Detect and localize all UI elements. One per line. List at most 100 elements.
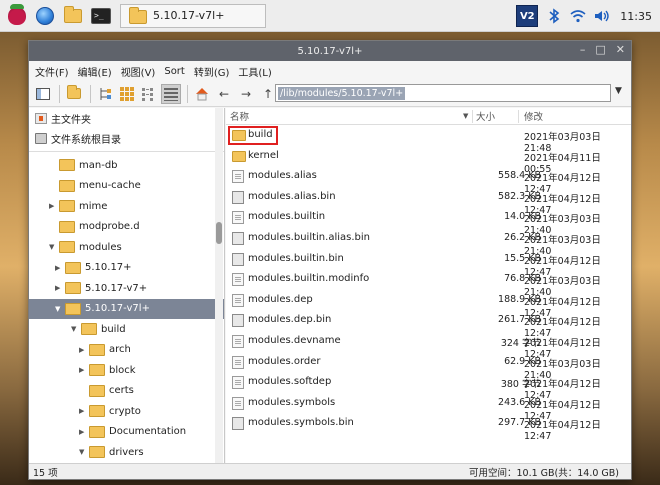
folder-icon — [89, 446, 105, 459]
file-row[interactable]: build 2021年03月03日 21:48 — [226, 125, 631, 154]
place-home[interactable]: 主文件夹 — [29, 108, 224, 128]
tree-item[interactable]: ▶ 5.10.17-v7+ — [29, 278, 224, 299]
tree-item[interactable]: ▼ build — [29, 319, 224, 340]
file-row[interactable]: modules.builtin.alias.bin 26.2 KB 2021年03月… — [226, 228, 631, 257]
tree-view-button[interactable] — [95, 84, 115, 104]
highlight-box — [228, 126, 278, 145]
tree-item[interactable]: ▶ Documentation — [29, 422, 224, 443]
expander-right-icon[interactable]: ▶ — [79, 366, 84, 374]
tree-item[interactable]: menu-cache — [29, 176, 224, 197]
file-row[interactable]: modules.builtin.modinfo 76.8 KB 2021年03月03… — [226, 269, 631, 298]
detailed-list-view-button[interactable] — [161, 83, 181, 104]
expander-right-icon[interactable]: ▶ — [79, 407, 84, 415]
sort-down-icon: ▼ — [463, 112, 469, 120]
volume-icon[interactable] — [594, 8, 610, 24]
tree-item[interactable]: ▼ 5.10.17-v7l+ — [29, 298, 224, 319]
file-row[interactable]: modules.devname 324 字节 2021年04月12日 12:47 — [226, 331, 631, 360]
raspberry-menu-button[interactable] — [6, 3, 28, 27]
file-row[interactable]: modules.order 62.9 KB 2021年03月03日 21:40 — [226, 352, 631, 381]
home-button[interactable] — [192, 84, 212, 104]
column-modified[interactable]: 修改 — [524, 109, 543, 123]
file-row[interactable]: modules.builtin.bin 15.5 KB 2021年04月12日 12… — [226, 249, 631, 278]
place-filesystem-root[interactable]: 文件系统根目录 — [29, 128, 224, 148]
forward-button[interactable]: → — [236, 84, 256, 104]
tree-item[interactable]: ▼ drivers — [29, 442, 224, 463]
file-name: modules.symbols.bin — [248, 417, 354, 429]
wifi-icon[interactable] — [570, 8, 586, 24]
tree-item[interactable]: certs — [29, 381, 224, 402]
folder-icon — [67, 85, 81, 99]
file-row[interactable]: modules.dep.bin 261.7 KB 2021年04月12日 12:47 — [226, 310, 631, 339]
expander-down-icon[interactable]: ▼ — [71, 325, 76, 333]
side-pane-scroll-thumb[interactable] — [216, 222, 222, 244]
file-row[interactable]: modules.symbols.bin 297.7 KB 2021年04月12日 1… — [226, 413, 631, 442]
file-manager-launcher[interactable] — [62, 5, 84, 27]
menu-go[interactable]: 转到(G) — [194, 64, 230, 79]
back-button[interactable]: ← — [214, 84, 234, 104]
tree-item-label: crypto — [109, 405, 141, 417]
browser-launcher[interactable] — [34, 5, 56, 27]
column-divider[interactable] — [472, 110, 473, 123]
tree-item[interactable]: man-db — [29, 155, 224, 176]
expander-right-icon[interactable]: ▶ — [55, 264, 60, 272]
menu-view[interactable]: 视图(V) — [121, 64, 156, 79]
tree-item-label: modprobe.d — [79, 221, 140, 233]
icon-view-button[interactable] — [117, 84, 137, 104]
globe-icon — [36, 6, 54, 25]
tree-item[interactable]: ▶ mime — [29, 196, 224, 217]
side-pane-scrollbar[interactable] — [215, 108, 223, 463]
column-name[interactable]: 名称 — [230, 109, 249, 123]
terminal-launcher[interactable]: >_ — [90, 5, 112, 27]
expander-down-icon[interactable]: ▼ — [55, 305, 60, 313]
compact-view-button[interactable] — [139, 84, 159, 104]
maximize-icon[interactable]: □ — [595, 43, 605, 56]
expander-right-icon[interactable]: ▶ — [79, 428, 84, 436]
item-count: 15 项 — [33, 467, 58, 479]
new-tab-button[interactable] — [64, 84, 84, 104]
expander-right-icon[interactable]: ▶ — [55, 284, 60, 292]
folder-icon — [59, 220, 75, 233]
binary-file-icon — [232, 417, 244, 431]
taskbar-window-button[interactable]: 5.10.17-v7l+ — [120, 3, 266, 28]
file-row[interactable]: modules.alias 558.4 KB 2021年04月12日 12:47 — [226, 166, 631, 195]
binary-file-icon — [232, 190, 244, 204]
expander-right-icon[interactable]: ▶ — [79, 346, 84, 354]
window-titlebar[interactable]: 5.10.17-v7l+ – □ ✕ — [29, 41, 631, 61]
file-name: modules.builtin.alias.bin — [248, 231, 370, 243]
file-name: modules.alias — [248, 170, 317, 182]
column-divider[interactable] — [518, 110, 519, 123]
file-row[interactable]: modules.symbols 243.6 KB 2021年04月12日 12:47 — [226, 393, 631, 422]
clock[interactable]: 11:35 — [620, 10, 652, 23]
tree-item[interactable]: ▶ 5.10.17+ — [29, 258, 224, 279]
tree-item[interactable]: modprobe.d — [29, 217, 224, 238]
file-row[interactable]: modules.alias.bin 582.3 KB 2021年04月12日 12:… — [226, 187, 631, 216]
tree-item[interactable]: ▼ modules — [29, 237, 224, 258]
tree-item[interactable]: ▶ arch — [29, 340, 224, 361]
drive-icon — [35, 132, 47, 144]
free-space: 可用空间：10.1 GB(共：14.0 GB) — [468, 467, 619, 479]
expander-right-icon[interactable]: ▶ — [49, 202, 54, 210]
tree-item[interactable]: ▶ crypto — [29, 401, 224, 422]
file-row[interactable]: modules.softdep 380 字节 2021年04月12日 12:47 — [226, 372, 631, 401]
menu-tools[interactable]: 工具(L) — [238, 64, 271, 79]
tree-item-label: arch — [109, 344, 131, 356]
file-list: build 2021年03月03日 21:48 kernel 2021年04月11日 … — [226, 125, 631, 442]
vnc-icon[interactable]: V2 — [516, 5, 539, 27]
path-input[interactable]: /lib/modules/5.10.17-v7l+ — [278, 86, 406, 100]
bluetooth-icon[interactable] — [546, 8, 562, 24]
path-bar[interactable]: /lib/modules/5.10.17-v7l+ — [275, 84, 611, 102]
path-history-dropdown-icon[interactable]: ▼ — [615, 86, 622, 96]
minimize-icon[interactable]: – — [580, 43, 586, 56]
file-row[interactable]: modules.builtin 14.0 KB 2021年03月03日 21:40 — [226, 207, 631, 236]
menu-sort[interactable]: Sort — [164, 66, 185, 77]
expander-down-icon[interactable]: ▼ — [49, 243, 54, 251]
expander-down-icon[interactable]: ▼ — [79, 448, 84, 456]
column-size[interactable]: 大小 — [476, 109, 495, 123]
close-icon[interactable]: ✕ — [616, 43, 625, 56]
side-pane-toggle-button[interactable] — [33, 84, 53, 104]
menu-edit[interactable]: 编辑(E) — [78, 64, 112, 79]
file-row[interactable]: modules.dep 188.9 KB 2021年04月12日 12:47 — [226, 290, 631, 319]
file-row[interactable]: kernel 2021年04月11日 00:55 — [226, 146, 631, 175]
tree-item[interactable]: ▶ block — [29, 360, 224, 381]
menu-file[interactable]: 文件(F) — [35, 64, 69, 79]
